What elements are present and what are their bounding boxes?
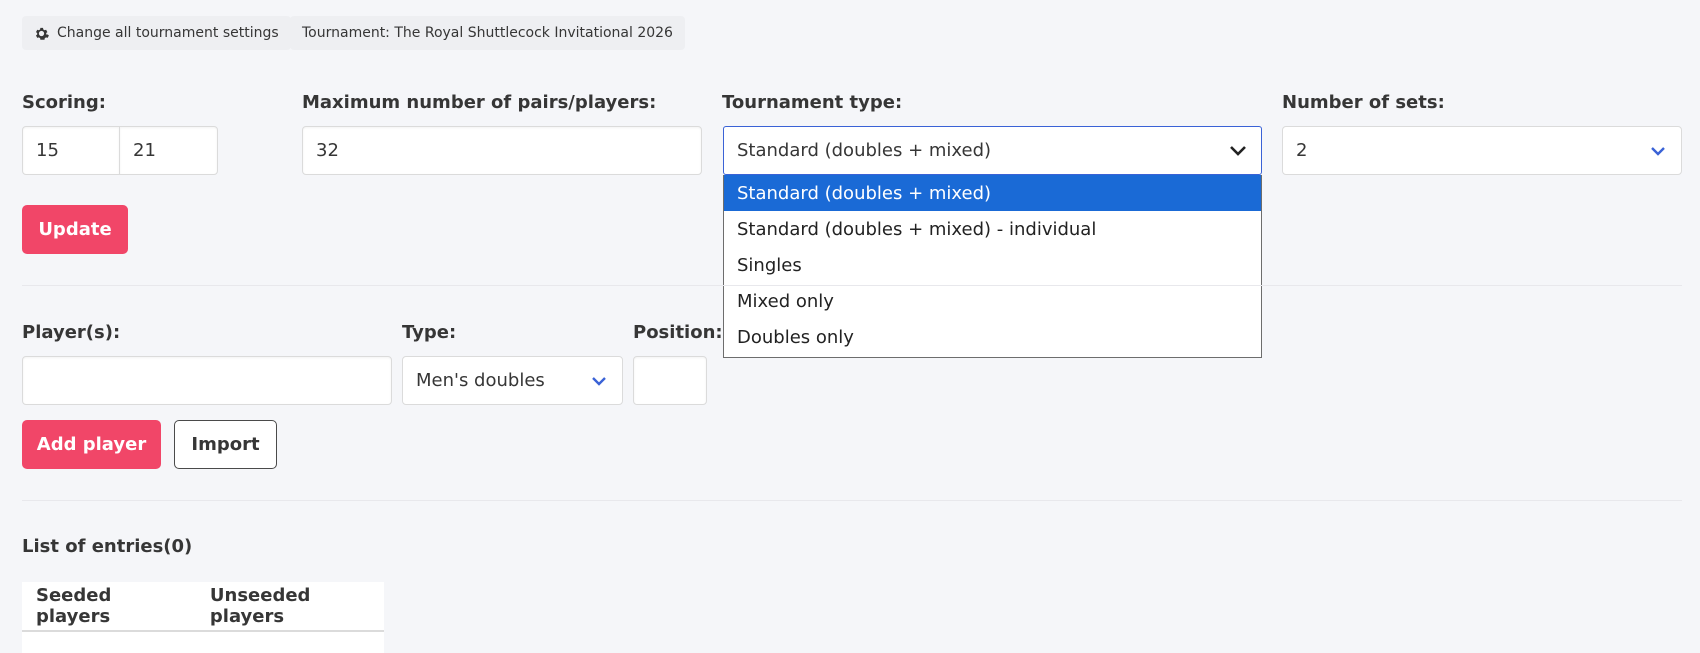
tournament-type-dropdown: Standard (doubles + mixed) Standard (dou… <box>723 175 1262 358</box>
chevron-down-icon <box>1649 145 1667 157</box>
tournament-type-label: Tournament type: <box>722 92 903 113</box>
divider <box>22 285 1682 286</box>
change-settings-button[interactable]: Change all tournament settings <box>22 16 291 50</box>
number-of-sets-select[interactable]: 2 <box>1282 126 1682 175</box>
column-seeded-players: Seeded players <box>36 585 112 627</box>
chevron-down-icon <box>1229 145 1247 157</box>
number-of-sets-label: Number of sets: <box>1282 92 1445 113</box>
players-label: Player(s): <box>22 322 121 343</box>
option-standard-individual[interactable]: Standard (doubles + mixed) - individual <box>724 211 1261 247</box>
entries-table-body <box>22 632 384 653</box>
tournament-type-select[interactable]: Standard (doubles + mixed) <box>723 126 1262 175</box>
column-unseeded-players: Unseeded players <box>209 585 311 627</box>
option-mixed-only[interactable]: Mixed only <box>724 283 1261 319</box>
max-pairs-label: Maximum number of pairs/players: <box>302 92 657 113</box>
update-button[interactable]: Update <box>22 205 128 254</box>
divider <box>22 500 1682 501</box>
max-pairs-input[interactable]: 32 <box>302 126 702 175</box>
tournament-type-value: Standard (doubles + mixed) <box>737 140 992 161</box>
option-singles[interactable]: Singles <box>724 247 1261 283</box>
number-of-sets-value: 2 <box>1296 140 1308 161</box>
position-input[interactable] <box>633 356 707 405</box>
entries-title: List of entries(0) <box>22 536 193 557</box>
scoring-input-1[interactable]: 15 <box>22 126 120 175</box>
option-standard[interactable]: Standard (doubles + mixed) <box>724 175 1261 211</box>
tournament-name: Tournament: The Royal Shuttlecock Invita… <box>302 25 673 41</box>
add-player-button[interactable]: Add player <box>22 420 161 469</box>
tournament-name-tag: Tournament: The Royal Shuttlecock Invita… <box>290 16 685 50</box>
player-type-label: Type: <box>402 322 457 343</box>
players-input[interactable] <box>22 356 392 405</box>
option-doubles-only[interactable]: Doubles only <box>724 319 1261 355</box>
import-button[interactable]: Import <box>174 420 277 469</box>
position-label: Position: <box>633 322 723 343</box>
player-type-value: Men's doubles <box>416 370 545 391</box>
entries-table-header: Seeded players Unseeded players <box>22 582 384 632</box>
chevron-down-icon <box>590 375 608 387</box>
player-type-select[interactable]: Men's doubles <box>402 356 623 405</box>
scoring-input-2[interactable]: 21 <box>119 126 218 175</box>
gear-icon <box>34 26 49 41</box>
change-settings-label: Change all tournament settings <box>57 25 279 41</box>
scoring-label: Scoring: <box>22 92 106 113</box>
